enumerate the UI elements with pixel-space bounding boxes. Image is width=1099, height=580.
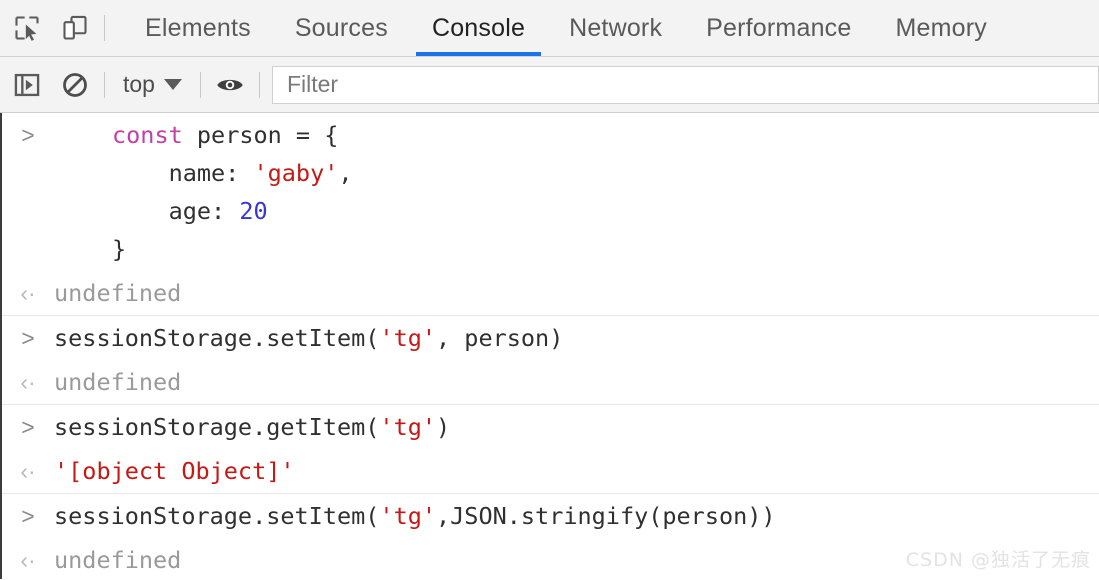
console-output-value: undefined	[54, 368, 182, 396]
code-token: ,JSON.stringify(person))	[436, 502, 776, 530]
filter-placeholder: Filter	[286, 71, 339, 97]
console-input-code: sessionStorage.setItem('tg', person)	[54, 319, 571, 357]
device-toolbar-glyph	[63, 15, 87, 40]
show-console-sidebar-glyph	[14, 73, 40, 96]
code-token: person = {	[182, 121, 339, 149]
filter-input[interactable]: Filter	[271, 65, 1099, 104]
toolbar-divider-3	[258, 71, 260, 98]
clear-console-icon[interactable]	[58, 68, 92, 102]
console-group: > sessionStorage.setItem('tg', person) ‹· u…	[2, 316, 1099, 405]
device-toolbar-icon[interactable]	[58, 11, 92, 45]
code-token: 20	[239, 197, 268, 225]
chevron-down-icon	[163, 79, 182, 90]
console-output-value: '[object Object]'	[54, 457, 295, 485]
tab-elements[interactable]: Elements	[123, 0, 273, 56]
tab-label: Console	[431, 13, 526, 42]
tabbar-divider	[104, 15, 105, 41]
console-output-row: ‹· '[object Object]'	[2, 449, 1099, 493]
console-input-row[interactable]: > const person = { name: 'gaby', age: 20}	[2, 113, 1099, 271]
tab-performance[interactable]: Performance	[684, 0, 873, 56]
console-output-row: ‹· undefined	[2, 360, 1099, 404]
tab-label: Performance	[706, 13, 852, 42]
console-input-prompt-icon: >	[21, 503, 35, 529]
code-token: 'tg'	[379, 502, 437, 530]
execution-context-label: top	[123, 71, 155, 97]
inspect-element-glyph	[15, 16, 39, 41]
console-input-code: const person = { name: 'gaby', age: 20}	[54, 116, 361, 268]
code-token: 'tg'	[379, 324, 437, 352]
watermark: CSDN @独活了无痕	[905, 549, 1091, 571]
code-token: sessionStorage.setItem(	[54, 324, 380, 352]
code-token: age:	[112, 197, 240, 225]
console-input-prompt-icon: >	[21, 325, 35, 351]
console-input-code: sessionStorage.setItem('tg',JSON.stringi…	[54, 497, 784, 535]
code-token: name:	[112, 159, 254, 187]
devtools-tab-list: Elements Sources Console Network Perform…	[123, 0, 1009, 56]
code-token: 'tg'	[379, 413, 437, 441]
console-input-prompt-icon: >	[21, 414, 35, 440]
code-token: , person)	[436, 324, 564, 352]
code-token: const	[112, 121, 183, 149]
console-input-row[interactable]: > sessionStorage.getItem('tg')	[2, 405, 1099, 449]
inspect-element-icon[interactable]	[10, 11, 44, 45]
code-line: name: 'gaby',	[112, 154, 353, 192]
tab-label: Memory	[895, 13, 987, 42]
code-token: ,	[338, 159, 353, 187]
tab-memory[interactable]: Memory	[873, 0, 1008, 56]
code-token: sessionStorage.getItem(	[54, 413, 380, 441]
devtools-tabbar: Elements Sources Console Network Perform…	[0, 0, 1099, 57]
console-group: > sessionStorage.getItem('tg') ‹· '[object …	[2, 405, 1099, 494]
toolbar-divider-2	[199, 71, 201, 98]
show-console-sidebar-icon[interactable]	[10, 68, 44, 102]
tab-label: Network	[569, 13, 663, 42]
code-line: sessionStorage.setItem('tg',JSON.stringi…	[54, 497, 776, 535]
console-input-row[interactable]: > sessionStorage.setItem('tg',JSON.string…	[2, 494, 1099, 538]
devtools-tool-icons	[0, 11, 92, 45]
code-line: sessionStorage.setItem('tg', person)	[54, 319, 563, 357]
code-token: 'gaby'	[253, 159, 339, 187]
toolbar-divider-1	[104, 71, 105, 98]
console-output-row: ‹· undefined	[2, 271, 1099, 315]
console-input-prompt-icon: >	[21, 122, 35, 148]
live-expression-eye-icon[interactable]	[213, 68, 247, 102]
execution-context-selector[interactable]: top	[117, 71, 188, 98]
console-group: > const person = { name: 'gaby', age: 20}…	[2, 113, 1099, 316]
console-output-prompt-icon: ‹·	[20, 547, 36, 573]
console-output-prompt-icon: ‹·	[20, 458, 36, 484]
code-line: const person = {	[112, 116, 353, 154]
code-token: sessionStorage.setItem(	[54, 502, 380, 530]
eye-glyph	[217, 79, 243, 90]
console-output-prompt-icon: ‹·	[20, 369, 36, 395]
code-line: sessionStorage.getItem('tg')	[54, 408, 450, 446]
code-line: }	[112, 230, 353, 268]
code-token: )	[436, 413, 451, 441]
console-output-value: undefined	[54, 279, 182, 307]
tab-label: Elements	[145, 13, 251, 42]
tab-console[interactable]: Console	[410, 0, 547, 56]
console-toolbar: top Filter	[0, 57, 1099, 113]
console-input-row[interactable]: > sessionStorage.setItem('tg', person)	[2, 316, 1099, 360]
code-token: }	[112, 235, 127, 263]
tab-label: Sources	[294, 13, 388, 42]
console-output-value: undefined	[54, 546, 182, 574]
clear-console-glyph	[63, 72, 87, 97]
code-line: age: 20	[112, 192, 353, 230]
console-message-list[interactable]: > const person = { name: 'gaby', age: 20}…	[0, 113, 1099, 579]
tab-sources[interactable]: Sources	[273, 0, 410, 56]
console-input-code: sessionStorage.getItem('tg')	[54, 408, 458, 446]
console-output-prompt-icon: ‹·	[20, 280, 36, 306]
tab-network[interactable]: Network	[547, 0, 684, 56]
